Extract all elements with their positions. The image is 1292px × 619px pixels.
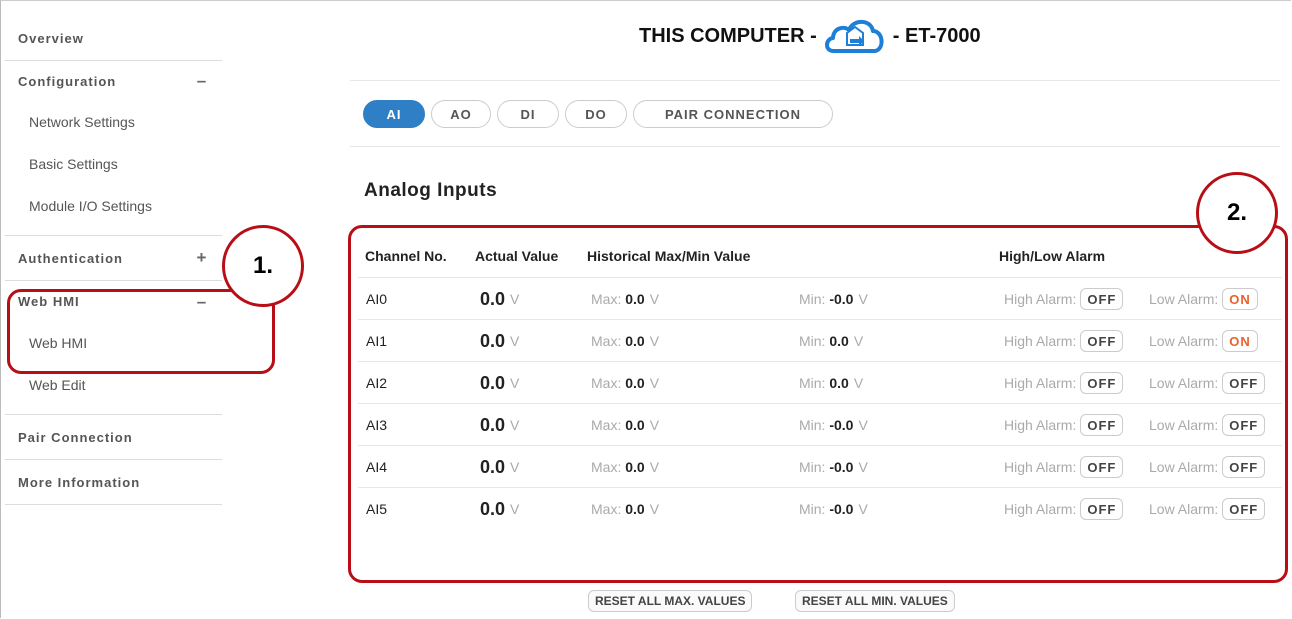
reset-min-button[interactable]: RESET ALL MIN. VALUES bbox=[795, 590, 955, 612]
tab-ao[interactable]: AO bbox=[431, 100, 491, 128]
divider bbox=[350, 146, 1280, 147]
nav-more-information-group: More Information bbox=[5, 460, 222, 505]
tab-do[interactable]: DO bbox=[565, 100, 627, 128]
nav-overview-label: Overview bbox=[18, 30, 84, 46]
nav-pair-connection-label: Pair Connection bbox=[18, 429, 133, 445]
nav-configuration-label: Configuration bbox=[18, 73, 117, 89]
tab-pair-connection[interactable]: PAIR CONNECTION bbox=[633, 100, 833, 128]
annotation-box-table bbox=[348, 225, 1288, 583]
expand-icon[interactable]: + bbox=[195, 248, 209, 268]
nav-authentication[interactable]: Authentication + bbox=[5, 236, 222, 280]
nav-authentication-label: Authentication bbox=[18, 250, 123, 266]
nav-network-settings[interactable]: Network Settings bbox=[5, 101, 222, 143]
reset-max-button[interactable]: RESET ALL MAX. VALUES bbox=[588, 590, 753, 612]
nav-basic-settings[interactable]: Basic Settings bbox=[5, 143, 222, 185]
nav-overview[interactable]: Overview bbox=[5, 16, 222, 60]
section-title: Analog Inputs bbox=[364, 180, 498, 201]
nav-overview-group: Overview bbox=[5, 16, 222, 61]
nav-configuration[interactable]: Configuration – bbox=[5, 61, 222, 101]
io-tabs: AI AO DI DO PAIR CONNECTION bbox=[363, 100, 833, 128]
page-title: THIS COMPUTER - - ET-7000 bbox=[639, 14, 981, 58]
nav-pair-connection[interactable]: Pair Connection bbox=[5, 415, 222, 459]
nav-module-io-settings[interactable]: Module I/O Settings bbox=[5, 185, 222, 227]
annotation-callout-2: 2. bbox=[1196, 172, 1278, 254]
nav-more-information-label: More Information bbox=[18, 474, 141, 490]
cloud-transfer-icon bbox=[823, 15, 887, 57]
annotation-box-web-hmi bbox=[7, 289, 275, 374]
sidebar: Overview Configuration – Network Setting… bbox=[5, 16, 222, 505]
annotation-callout-1: 1. bbox=[222, 225, 304, 307]
page-title-right: - ET-7000 bbox=[892, 24, 981, 47]
tab-ai[interactable]: AI bbox=[363, 100, 425, 128]
divider bbox=[350, 80, 1280, 81]
nav-more-information[interactable]: More Information bbox=[5, 460, 222, 504]
nav-configuration-group: Configuration – Network Settings Basic S… bbox=[5, 61, 222, 236]
nav-authentication-group: Authentication + bbox=[5, 236, 222, 281]
nav-pair-connection-group: Pair Connection bbox=[5, 415, 222, 460]
page-title-left: THIS COMPUTER - bbox=[639, 24, 817, 47]
collapse-icon[interactable]: – bbox=[195, 71, 209, 91]
tab-di[interactable]: DI bbox=[497, 100, 559, 128]
